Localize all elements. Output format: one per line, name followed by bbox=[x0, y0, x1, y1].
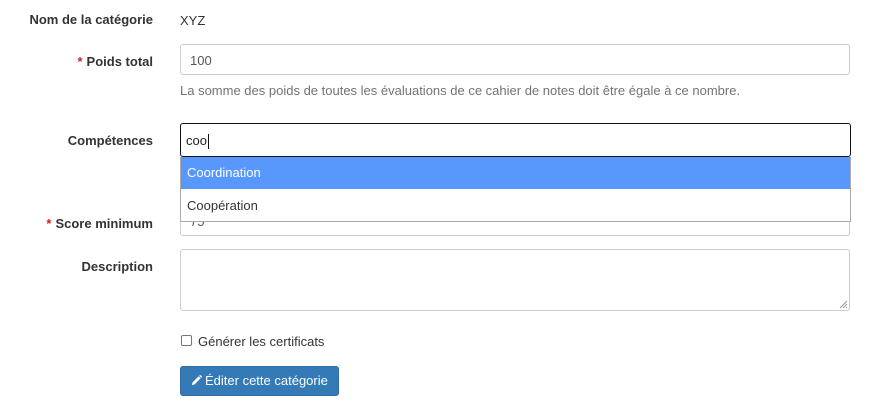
total-weight-label-text: Poids total bbox=[86, 54, 153, 69]
min-score-label-text: Score minimum bbox=[55, 216, 153, 231]
resize-handle-icon[interactable] bbox=[839, 300, 848, 309]
skills-search-value: coo bbox=[186, 133, 209, 150]
required-mark: * bbox=[77, 54, 83, 69]
skills-option[interactable]: Coopération bbox=[181, 190, 850, 222]
certificates-label[interactable]: Générer les certificats bbox=[198, 334, 324, 349]
certificates-checkbox[interactable] bbox=[181, 335, 192, 346]
text-caret bbox=[207, 134, 209, 150]
description-label: Description bbox=[81, 259, 153, 274]
total-weight-input[interactable]: 100 bbox=[180, 44, 850, 75]
required-mark: * bbox=[46, 216, 52, 231]
pencil-icon bbox=[191, 374, 203, 386]
total-weight-help: La somme des poids de toutes les évaluat… bbox=[180, 83, 741, 98]
total-weight-value: 100 bbox=[190, 53, 212, 68]
description-textarea[interactable] bbox=[180, 249, 850, 311]
edit-category-label: Éditer cette catégorie bbox=[205, 373, 328, 388]
skills-label: Compétences bbox=[67, 133, 153, 148]
edit-category-button[interactable]: Éditer cette catégorie bbox=[180, 366, 339, 396]
skills-dropdown: Coordination Coopération bbox=[180, 157, 851, 222]
skills-search-input[interactable]: coo bbox=[180, 123, 851, 157]
category-name-value: XYZ bbox=[180, 13, 206, 28]
skills-option[interactable]: Coordination bbox=[181, 157, 850, 189]
category-name-label: Nom de la catégorie bbox=[29, 12, 153, 27]
total-weight-label: * Poids total bbox=[0, 54, 153, 69]
min-score-label: * Score minimum bbox=[0, 216, 153, 231]
